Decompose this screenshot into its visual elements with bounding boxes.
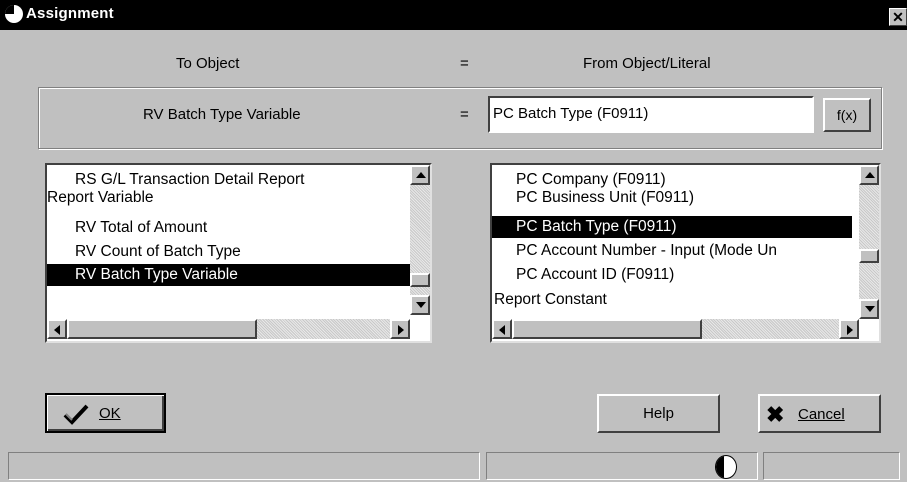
list-item[interactable]: Report Variable [47, 187, 409, 209]
from-object-input[interactable]: PC Batch Type (F0911) [488, 96, 814, 133]
x-icon: ✖ [766, 402, 785, 427]
arrow-right-icon [847, 325, 853, 335]
list-item[interactable]: PC Account ID (F0911) [492, 264, 878, 286]
to-object-header: To Object [176, 55, 240, 72]
cancel-button[interactable]: ✖ Cancel [758, 394, 881, 433]
fx-button[interactable]: f(x) [823, 98, 871, 132]
globe-icon [5, 5, 23, 23]
list-item[interactable]: RV Count of Batch Type [47, 241, 430, 263]
ok-label: OK [99, 405, 121, 422]
scroll-down-button[interactable] [410, 295, 430, 315]
assignment-equals: = [460, 106, 469, 123]
status-pane-middle [486, 452, 758, 480]
header-equals: = [460, 55, 469, 72]
right-horizontal-scrollbar[interactable] [492, 319, 859, 339]
scroll-up-button[interactable] [859, 165, 879, 185]
arrow-down-icon [865, 306, 875, 312]
globe-icon [715, 455, 737, 479]
list-item-selected[interactable]: PC Batch Type (F0911) [492, 216, 852, 238]
scroll-right-button[interactable] [839, 319, 859, 339]
list-item-selected[interactable]: RV Batch Type Variable [47, 264, 410, 286]
arrow-up-icon [865, 172, 875, 178]
status-pane-left [8, 452, 480, 480]
scroll-up-button[interactable] [410, 165, 430, 185]
scroll-down-button[interactable] [859, 299, 879, 319]
arrow-left-icon [54, 325, 60, 335]
from-object-header: From Object/Literal [583, 55, 711, 72]
help-button[interactable]: Help [597, 394, 720, 433]
scroll-thumb[interactable] [67, 319, 257, 339]
scroll-right-button[interactable] [390, 319, 410, 339]
ok-button[interactable]: OK [45, 393, 166, 433]
list-item[interactable]: Report Constant [492, 289, 856, 311]
list-item[interactable]: RV Total of Amount [47, 217, 430, 239]
to-object-value: RV Batch Type Variable [143, 106, 301, 123]
arrow-up-icon [416, 172, 426, 178]
scroll-thumb[interactable] [410, 273, 430, 287]
list-item[interactable]: PC Business Unit (F0911) [492, 187, 878, 209]
arrow-down-icon [416, 302, 426, 308]
close-button[interactable]: ✕ [889, 8, 907, 26]
checkmark-icon [63, 404, 89, 425]
right-object-list[interactable]: PC Company (F0911) PC Business Unit (F09… [490, 163, 881, 343]
scroll-left-button[interactable] [492, 319, 512, 339]
window-title: Assignment [26, 5, 114, 22]
title-bar: Assignment ✕ [0, 0, 907, 30]
right-vertical-scrollbar[interactable] [859, 165, 879, 319]
status-pane-right [763, 452, 900, 480]
left-object-list[interactable]: RS G/L Transaction Detail Report Report … [45, 163, 432, 343]
scroll-left-button[interactable] [47, 319, 67, 339]
cancel-label: Cancel [798, 406, 845, 423]
left-vertical-scrollbar[interactable] [410, 165, 430, 315]
scroll-thumb[interactable] [512, 319, 702, 339]
scroll-thumb[interactable] [859, 249, 879, 263]
left-horizontal-scrollbar[interactable] [47, 319, 410, 339]
arrow-left-icon [499, 325, 505, 335]
arrow-right-icon [398, 325, 404, 335]
list-item[interactable]: PC Account Number - Input (Mode Un [492, 240, 878, 262]
